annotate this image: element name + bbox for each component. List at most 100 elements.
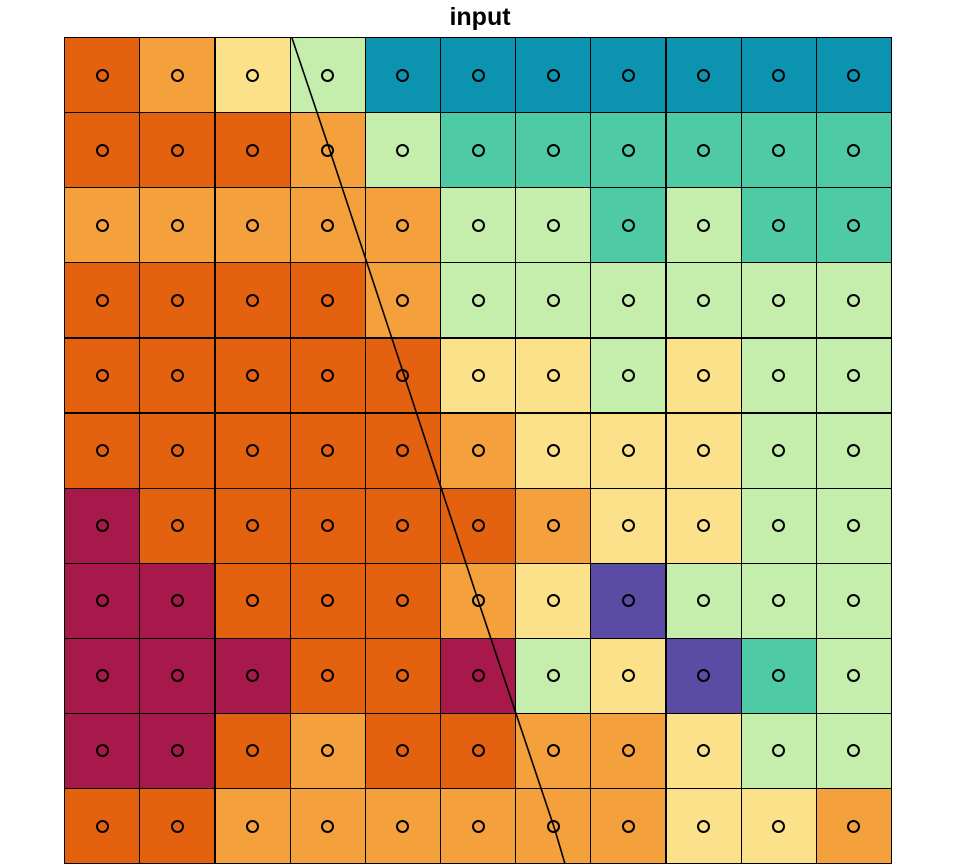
data-point-marker	[95, 594, 109, 608]
heatmap-cell	[815, 487, 892, 564]
heatmap-cell	[440, 337, 517, 414]
data-point-marker	[396, 519, 410, 533]
heatmap-cell	[289, 337, 366, 414]
heatmap-cell	[364, 187, 441, 264]
heatmap-cell	[289, 487, 366, 564]
data-point-marker	[95, 819, 109, 833]
data-point-marker	[321, 744, 335, 758]
data-point-marker	[321, 594, 335, 608]
heatmap-cell	[815, 637, 892, 714]
heatmap-cell	[214, 412, 291, 489]
data-point-marker	[246, 218, 260, 232]
heatmap-plot-area	[64, 37, 892, 864]
data-point-marker	[170, 669, 184, 683]
heatmap-cell	[64, 187, 141, 264]
heatmap-cell	[214, 187, 291, 264]
heatmap-cell	[364, 713, 441, 789]
heatmap-cell	[139, 562, 216, 639]
data-point-marker	[471, 68, 485, 82]
data-point-marker	[95, 669, 109, 683]
data-point-marker	[546, 293, 560, 307]
data-point-marker	[621, 819, 635, 833]
data-point-marker	[95, 143, 109, 157]
data-point-marker	[321, 444, 335, 458]
data-point-marker	[471, 293, 485, 307]
data-point-marker	[321, 293, 335, 307]
data-point-marker	[246, 293, 260, 307]
heatmap-cell	[214, 637, 291, 714]
data-point-marker	[697, 143, 711, 157]
heatmap-cell	[515, 562, 592, 639]
data-point-marker	[170, 68, 184, 82]
data-point-marker	[396, 369, 410, 383]
data-point-marker	[170, 519, 184, 533]
data-point-marker	[396, 218, 410, 232]
heatmap-cell	[665, 412, 742, 489]
heatmap-cell	[665, 637, 742, 714]
heatmap-cell	[64, 412, 141, 489]
heatmap-cell	[364, 637, 441, 714]
data-point-marker	[396, 594, 410, 608]
data-point-marker	[321, 68, 335, 82]
heatmap-cell	[515, 262, 592, 339]
data-point-marker	[321, 143, 335, 157]
heatmap-cell	[214, 112, 291, 189]
heatmap-cell	[815, 187, 892, 264]
heatmap-cell	[139, 112, 216, 189]
heatmap-cell	[590, 788, 667, 864]
heatmap-cell	[515, 337, 592, 414]
heatmap-cell	[440, 637, 517, 714]
data-point-marker	[95, 218, 109, 232]
heatmap-cell	[139, 37, 216, 114]
data-point-marker	[321, 669, 335, 683]
heatmap-cell	[590, 112, 667, 189]
data-point-marker	[847, 669, 861, 683]
heatmap-cell	[740, 37, 817, 114]
data-point-marker	[621, 744, 635, 758]
heatmap-cell	[815, 112, 892, 189]
data-point-marker	[170, 143, 184, 157]
data-point-marker	[772, 68, 786, 82]
data-point-marker	[697, 594, 711, 608]
heatmap-cell	[440, 487, 517, 564]
heatmap-cell	[590, 262, 667, 339]
data-point-marker	[847, 143, 861, 157]
data-point-marker	[621, 293, 635, 307]
heatmap-cell	[590, 337, 667, 414]
data-point-marker	[697, 744, 711, 758]
heatmap-cell	[440, 788, 517, 864]
data-point-marker	[95, 68, 109, 82]
data-point-marker	[321, 519, 335, 533]
data-point-marker	[621, 218, 635, 232]
heatmap-cell	[740, 487, 817, 564]
heatmap-cell	[289, 187, 366, 264]
heatmap-cell	[665, 37, 742, 114]
heatmap-cell	[590, 487, 667, 564]
heatmap-cell	[64, 637, 141, 714]
data-point-marker	[847, 594, 861, 608]
heatmap-cell	[440, 112, 517, 189]
data-point-marker	[246, 519, 260, 533]
heatmap-cell	[139, 788, 216, 864]
heatmap-cell	[665, 262, 742, 339]
data-point-marker	[697, 68, 711, 82]
data-point-marker	[170, 369, 184, 383]
data-point-marker	[95, 444, 109, 458]
data-point-marker	[170, 744, 184, 758]
heatmap-cell	[590, 562, 667, 639]
heatmap-cell	[515, 713, 592, 789]
heatmap-cell	[214, 262, 291, 339]
data-point-marker	[170, 293, 184, 307]
data-point-marker	[471, 444, 485, 458]
data-point-marker	[546, 143, 560, 157]
data-point-marker	[396, 744, 410, 758]
heatmap-cell	[815, 262, 892, 339]
heatmap-cell	[139, 637, 216, 714]
heatmap-cell	[515, 637, 592, 714]
heatmap-cell	[139, 262, 216, 339]
data-point-marker	[697, 519, 711, 533]
data-point-marker	[546, 594, 560, 608]
data-point-marker	[321, 369, 335, 383]
heatmap-cell	[740, 187, 817, 264]
data-point-marker	[697, 293, 711, 307]
